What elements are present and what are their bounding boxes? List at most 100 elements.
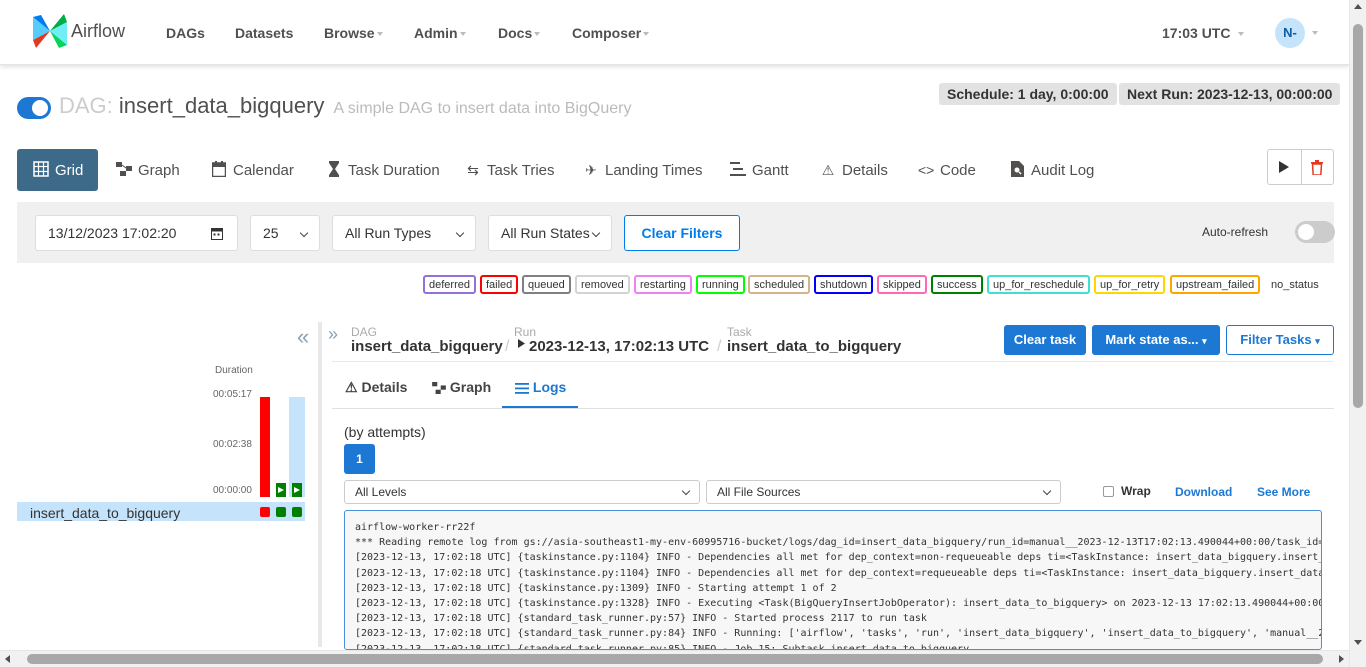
crumb-task[interactable]: insert_data_to_bigquery (727, 338, 901, 355)
nav-datasets[interactable]: Datasets (235, 25, 293, 41)
duration-tick: 00:00:00 (213, 485, 252, 496)
state-legend-up_for_retry: up_for_retry (1094, 275, 1166, 294)
detail-tab-details[interactable]: ⚠ Details (345, 379, 407, 396)
grid-icon (33, 160, 49, 180)
duration-tick: 00:02:38 (213, 439, 252, 450)
calendar-icon[interactable] (211, 227, 223, 240)
graph-icon (432, 382, 446, 395)
dag-pause-toggle[interactable] (17, 97, 51, 119)
tab-task-tries[interactable]: ⇆ Task Tries (465, 149, 554, 191)
see-more-link[interactable]: See More (1257, 485, 1310, 499)
delete-dag-button[interactable] (1300, 150, 1334, 184)
log-line: [2023-12-13, 17:02:18 UTC] {taskinstance… (355, 582, 837, 594)
state-legend-success: success (931, 275, 983, 294)
gantt-icon (730, 161, 746, 179)
state-legend-scheduled: scheduled (748, 275, 811, 294)
state-legend-deferred: deferred (423, 275, 476, 294)
dag-action-buttons (1267, 149, 1334, 185)
chevron-down-icon (681, 486, 691, 496)
tab-grid[interactable]: Grid (17, 149, 98, 191)
play-icon (278, 487, 284, 493)
tab-gantt[interactable]: Gantt (730, 149, 789, 191)
detail-tab-logs[interactable]: Logs (515, 379, 566, 395)
toggle-knob (32, 100, 48, 116)
dag-title: DAG: insert_data_bigquery A simple DAG t… (59, 93, 631, 119)
chevron-down-icon[interactable] (1312, 31, 1318, 35)
task-instance-cell-success[interactable] (276, 507, 286, 517)
horizontal-scrollbar[interactable] (0, 650, 1349, 667)
nav-docs[interactable]: Docs (498, 25, 541, 41)
panel-resize-handle[interactable] (318, 322, 322, 647)
nav-composer[interactable]: Composer (572, 25, 650, 41)
tab-calendar[interactable]: Calendar (211, 149, 294, 191)
vertical-scrollbar[interactable] (1349, 0, 1366, 667)
list-icon (515, 382, 529, 394)
crumb-separator: / (505, 338, 510, 355)
run-types-select[interactable]: All Run Types (332, 215, 476, 251)
chevron-down-icon (459, 32, 466, 37)
log-line: [2023-12-13, 17:02:18 UTC] {taskinstance… (355, 567, 1322, 579)
scrollbar-thumb[interactable] (1353, 24, 1363, 408)
tab-graph[interactable]: Graph (116, 149, 180, 191)
run-states-select[interactable]: All Run States (488, 215, 612, 251)
crumb-run[interactable]: 2023-12-13, 17:02:13 UTC (529, 338, 709, 355)
log-output[interactable]: airflow-worker-rr22f *** Reading remote l… (344, 510, 1322, 650)
nav-dags[interactable]: DAGs (166, 25, 205, 41)
tab-details[interactable]: ⚠ Details (820, 149, 888, 191)
task-name-label[interactable]: insert_data_to_bigquery (30, 505, 180, 521)
tab-task-duration[interactable]: Task Duration (326, 149, 440, 191)
chevron-down-icon: ▾ (1202, 336, 1207, 346)
scroll-left-icon[interactable] (5, 655, 10, 663)
tab-audit-log[interactable]: Audit Log (1009, 149, 1094, 191)
tab-code[interactable]: <> Code (918, 149, 976, 191)
log-level-select[interactable]: All Levels (344, 480, 700, 504)
num-runs-select[interactable]: 25 (250, 215, 320, 251)
tab-landing-times[interactable]: ✈ Landing Times (583, 149, 702, 191)
expand-details-icon[interactable]: » (328, 324, 338, 345)
collapse-grid-icon[interactable]: « (297, 324, 309, 350)
task-instance-cell-success[interactable] (292, 507, 302, 517)
file-source-select[interactable]: All File Sources (706, 480, 1061, 504)
mark-state-button[interactable]: Mark state as... ▾ (1092, 325, 1220, 355)
code-icon: <> (918, 162, 935, 178)
attempts-label: (by attempts) (344, 424, 426, 440)
divider (332, 361, 1334, 362)
log-line: [2023-12-13, 17:02:18 UTC] {standard_tas… (355, 613, 927, 625)
airflow-logo-icon[interactable] (31, 13, 69, 49)
execution-date-input[interactable]: 13/12/2023 17:02:20 (35, 215, 238, 251)
warning-icon: ⚠ (821, 161, 835, 178)
state-legend-failed: failed (480, 275, 519, 294)
play-icon (1279, 161, 1290, 173)
timezone-dropdown[interactable]: 17:03 UTC (1162, 25, 1245, 41)
dag-description: A simple DAG to insert data into BigQuer… (333, 100, 632, 117)
download-link[interactable]: Download (1175, 485, 1232, 499)
schedule-badge: Schedule: 1 day, 0:00:00 (939, 83, 1117, 105)
crumb-run-label: Run (514, 325, 537, 339)
clear-task-button[interactable]: Clear task (1004, 325, 1086, 355)
scroll-right-icon[interactable] (1339, 655, 1344, 663)
state-legend-running: running (696, 275, 745, 294)
crumb-separator: / (717, 338, 722, 355)
clear-filters-button[interactable]: Clear Filters (624, 215, 740, 251)
trigger-dag-button[interactable] (1268, 150, 1301, 184)
brand-name[interactable]: Airflow (71, 21, 125, 42)
wrap-checkbox[interactable] (1103, 486, 1114, 497)
chevron-down-icon (376, 32, 383, 37)
auto-refresh-toggle[interactable] (1295, 221, 1335, 243)
nav-browse[interactable]: Browse (324, 25, 383, 41)
scrollbar-thumb[interactable] (27, 654, 1323, 664)
nav-admin[interactable]: Admin (414, 25, 466, 41)
scroll-up-icon[interactable] (1354, 4, 1362, 9)
run-duration-bar-failed[interactable] (260, 397, 270, 497)
scroll-down-icon[interactable] (1354, 640, 1362, 645)
crumb-dag[interactable]: insert_data_bigquery (351, 338, 503, 355)
user-avatar[interactable]: N- (1275, 18, 1305, 48)
selected-run-column (289, 397, 305, 497)
filter-tasks-button[interactable]: Filter Tasks ▾ (1226, 325, 1334, 355)
state-legend-up_for_reschedule: up_for_reschedule (987, 275, 1091, 294)
attempt-1-button[interactable]: 1 (344, 444, 375, 474)
next-run-badge: Next Run: 2023-12-13, 00:00:00 (1119, 83, 1341, 105)
task-instance-cell-failed[interactable] (260, 507, 270, 517)
detail-tab-graph[interactable]: Graph (432, 379, 491, 395)
chevron-down-icon (1042, 486, 1052, 496)
